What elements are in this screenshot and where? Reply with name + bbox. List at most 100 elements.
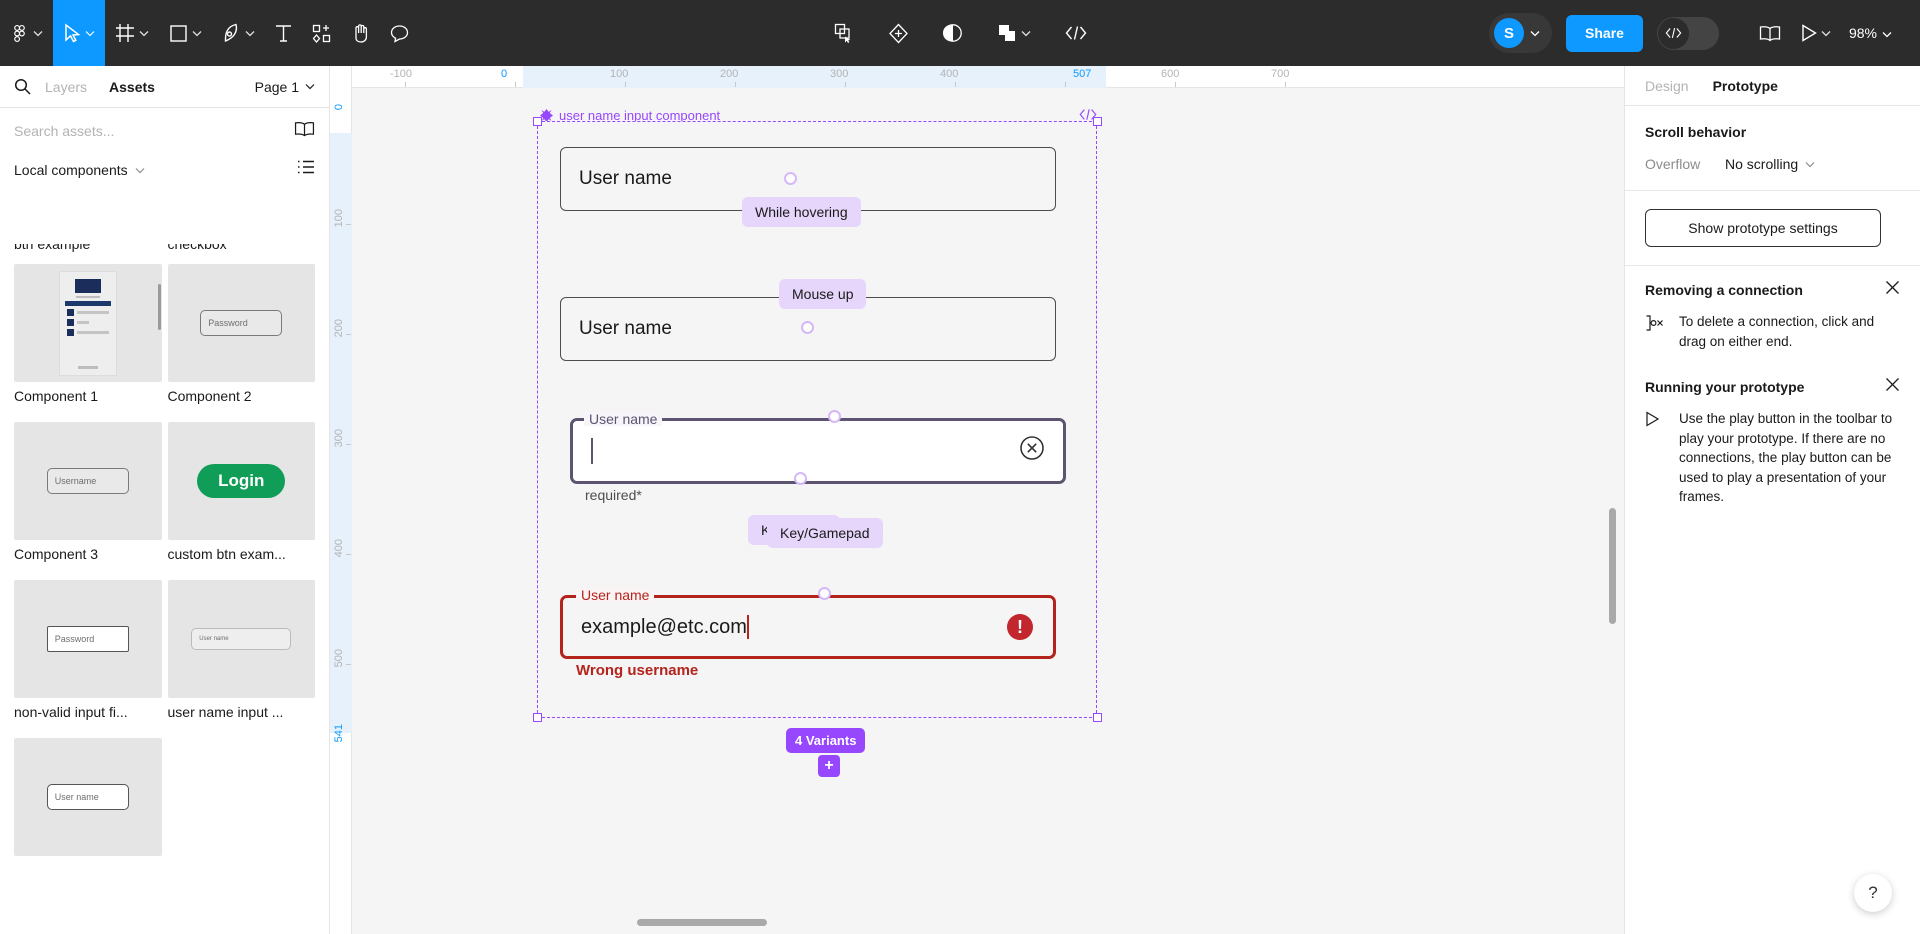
top-toolbar: S Share 98% <box>0 0 1920 66</box>
tab-design[interactable]: Design <box>1645 78 1689 94</box>
resize-handle-top-left[interactable] <box>533 117 542 126</box>
input-helper-error: Wrong username <box>576 662 699 679</box>
asset-thumbnail[interactable]: Password <box>167 264 315 382</box>
dev-code-icon[interactable] <box>1059 0 1093 66</box>
close-icon[interactable] <box>1885 377 1900 397</box>
asset-item[interactable]: btn example Component 1 <box>14 244 162 416</box>
tab-assets[interactable]: Assets <box>109 79 155 95</box>
input-floating-label-focused: User name <box>584 412 663 426</box>
asset-thumbnail[interactable]: User name <box>14 738 162 856</box>
ruler-tick: -100 <box>390 68 413 80</box>
help-button[interactable]: ? <box>1854 874 1892 912</box>
asset-item[interactable]: Login custom btn exam... <box>167 422 315 574</box>
chevron-down-icon <box>1530 24 1540 42</box>
ruler-tick: 200 <box>720 68 739 80</box>
user-avatar-menu[interactable]: S <box>1489 13 1553 53</box>
asset-thumbnail[interactable]: Login <box>167 422 315 540</box>
component-instance-icon[interactable] <box>828 0 860 66</box>
share-button[interactable]: Share <box>1566 14 1643 52</box>
tip-body: To delete a connection, click and drag o… <box>1645 312 1900 351</box>
scroll-behavior-section: Scroll behavior Overflow No scrolling <box>1625 106 1920 191</box>
resize-handle-bottom-right[interactable] <box>1093 713 1102 722</box>
input-value: example@etc.com <box>581 615 747 638</box>
thumb-login-button: Login <box>197 464 286 498</box>
move-tool-icon[interactable] <box>53 0 105 66</box>
canvas-area[interactable]: -100 0 100 200 300 400 507 600 700 0 100… <box>330 66 1624 934</box>
connection-endpoint[interactable] <box>828 410 841 423</box>
list-view-icon[interactable] <box>297 160 315 179</box>
search-icon[interactable] <box>14 78 31 95</box>
resize-handle-top-right[interactable] <box>1093 117 1102 126</box>
tab-layers[interactable]: Layers <box>45 79 87 95</box>
chevron-down-icon <box>1821 24 1831 42</box>
assets-scroll-area[interactable]: btn example Component 1 checkbox Passwor… <box>0 244 329 934</box>
zoom-level-menu[interactable]: 98% <box>1841 25 1900 41</box>
chevron-down-icon <box>33 30 43 37</box>
asset-thumbnail[interactable]: Password <box>14 580 162 698</box>
text-tool-icon[interactable] <box>265 0 302 66</box>
canvas-vertical-scrollbar[interactable] <box>1609 508 1616 624</box>
clear-circle-icon[interactable] <box>1019 435 1045 467</box>
asset-item[interactable]: Username Component 3 <box>14 422 162 574</box>
connection-endpoint[interactable] <box>801 321 814 334</box>
asset-item[interactable]: Password non-valid input fi... <box>14 580 162 732</box>
connection-endpoint[interactable] <box>794 472 807 485</box>
figma-menu-icon[interactable] <box>0 0 53 66</box>
overflow-row: Overflow No scrolling <box>1645 156 1900 172</box>
play-icon <box>1645 411 1665 432</box>
asset-item[interactable]: User name <box>14 738 162 856</box>
close-icon[interactable] <box>1885 280 1900 300</box>
asset-item[interactable]: checkbox Password Component 2 <box>167 244 315 416</box>
comment-tool-icon[interactable] <box>380 0 419 66</box>
variants-count-badge[interactable]: 4 Variants <box>786 728 866 753</box>
canvas-surface[interactable]: user name input component User name User… <box>352 88 1624 934</box>
hand-tool-icon[interactable] <box>341 0 380 66</box>
input-value: User name <box>579 318 672 339</box>
resources-tool-icon[interactable] <box>302 0 341 66</box>
search-assets-input[interactable] <box>14 123 286 139</box>
present-play-button[interactable] <box>1791 0 1841 66</box>
ruler-tick: 400 <box>333 539 345 558</box>
resize-handle-bottom-left[interactable] <box>533 713 542 722</box>
tab-prototype[interactable]: Prototype <box>1713 78 1778 94</box>
overflow-select[interactable]: No scrolling <box>1725 156 1815 172</box>
input-floating-label-error: User name <box>576 588 655 602</box>
vertical-ruler[interactable]: 0 100 200 300 400 500 541 <box>330 66 352 934</box>
interaction-chip-while-hovering[interactable]: While hovering <box>742 197 861 227</box>
library-book-icon[interactable] <box>294 121 315 142</box>
connection-endpoint[interactable] <box>784 172 797 185</box>
chevron-down-icon[interactable] <box>135 161 145 179</box>
thumb-username-input: Username <box>46 468 129 494</box>
asset-thumbnail[interactable]: Username <box>14 422 162 540</box>
interaction-chip-key-gamepad-b[interactable]: Key/Gamepad <box>767 518 883 548</box>
frame-tool-icon[interactable] <box>105 0 159 66</box>
asset-thumbnail[interactable]: User name <box>167 580 315 698</box>
mask-contrast-icon[interactable] <box>937 0 969 66</box>
asset-item[interactable]: User name user name input ... <box>167 580 315 732</box>
asset-label: non-valid input fi... <box>14 704 128 720</box>
pen-tool-icon[interactable] <box>212 0 265 66</box>
chevron-down-icon <box>139 30 149 37</box>
page-selector[interactable]: Page 1 <box>255 79 315 95</box>
tip-text: Use the play button in the toolbar to pl… <box>1679 411 1893 505</box>
chevron-down-icon <box>245 30 255 37</box>
ruler-tick: 300 <box>830 68 849 80</box>
tip-title: Running your prototype <box>1645 379 1805 396</box>
add-variant-button[interactable]: + <box>818 755 840 777</box>
connection-endpoint[interactable] <box>818 587 831 600</box>
show-prototype-settings-button[interactable]: Show prototype settings <box>1645 209 1881 247</box>
library-book-icon[interactable] <box>1749 0 1791 66</box>
input-focused[interactable] <box>570 418 1066 484</box>
canvas-horizontal-scrollbar[interactable] <box>637 919 767 926</box>
tip-header: Running your prototype <box>1645 377 1900 397</box>
input-error[interactable]: example@etc.com ! <box>560 595 1056 659</box>
create-component-icon[interactable] <box>882 0 915 66</box>
dev-mode-toggle[interactable] <box>1656 16 1719 50</box>
zoom-level-value: 98% <box>1848 25 1877 41</box>
tip-header: Removing a connection <box>1645 280 1900 300</box>
interaction-chip-mouse-up[interactable]: Mouse up <box>779 279 867 309</box>
shape-tool-icon[interactable] <box>159 0 212 66</box>
asset-thumbnail[interactable] <box>14 264 162 382</box>
boolean-union-icon[interactable] <box>991 0 1037 66</box>
horizontal-ruler[interactable]: -100 0 100 200 300 400 507 600 700 <box>330 66 1624 88</box>
